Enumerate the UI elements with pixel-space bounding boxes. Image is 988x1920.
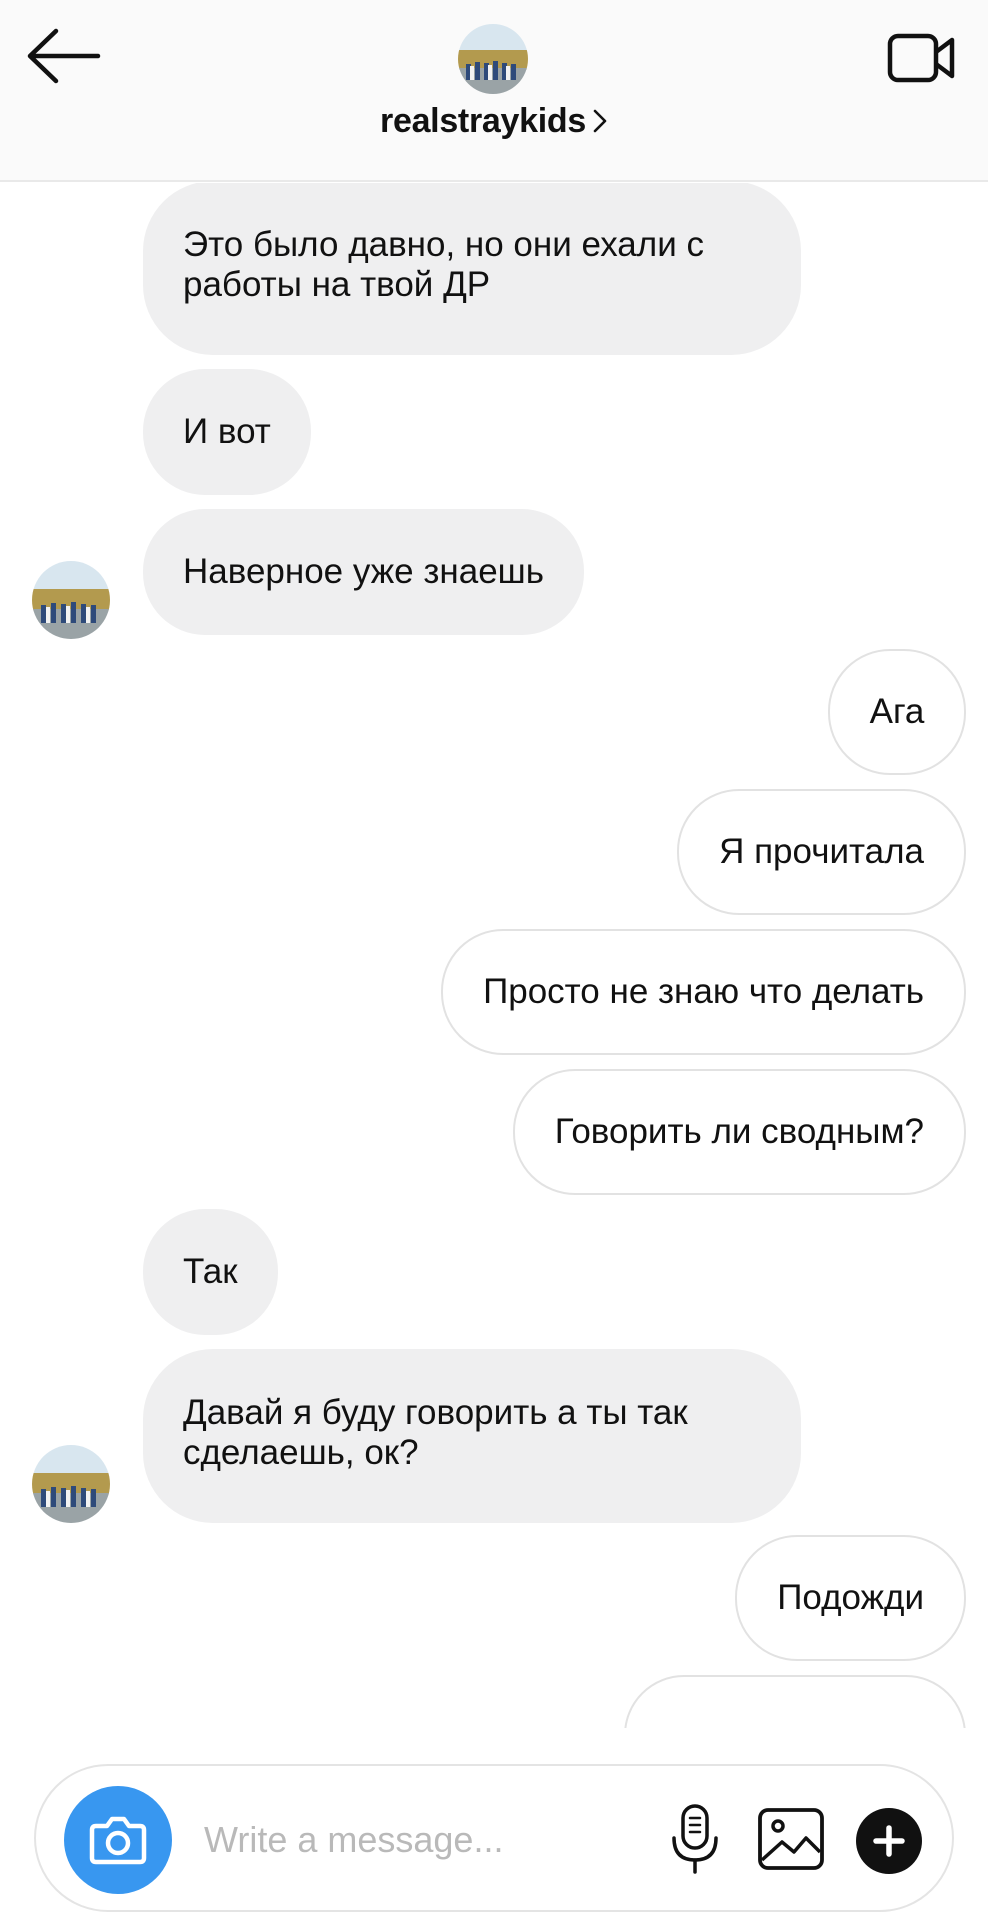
voice-message-button[interactable] (666, 1802, 724, 1878)
message-bubble-incoming[interactable]: Так (143, 1209, 278, 1335)
username-text: realstraykids (380, 102, 586, 140)
message-bubble-incoming[interactable]: Давай я буду говорить а ты так сделаешь,… (143, 1349, 801, 1523)
video-call-button[interactable] (886, 30, 958, 86)
message-text: Просто не знаю что делать (483, 972, 924, 1011)
message-text: Давай я буду говорить а ты так сделаешь,… (183, 1393, 688, 1472)
microphone-icon (672, 1804, 718, 1874)
message-text: Я прочитала (719, 832, 924, 871)
chat-header: realstraykids (0, 0, 988, 182)
message-bubble-incoming[interactable]: Наверное уже знаешь (143, 509, 584, 635)
chat-screen: realstraykids Это было давно, но они еха… (0, 0, 988, 1920)
message-text: Подожди (777, 1578, 924, 1617)
gallery-button[interactable] (756, 1806, 826, 1872)
image-gallery-icon (758, 1808, 824, 1870)
camera-button[interactable] (64, 1786, 172, 1894)
message-text: – (664, 1719, 683, 1728)
video-camera-icon (887, 33, 955, 83)
back-button[interactable] (26, 26, 102, 86)
message-bubble-outgoing[interactable]: Говорить ли сводным? (512, 1069, 966, 1195)
message-input[interactable] (204, 1808, 684, 1872)
sender-avatar[interactable] (32, 561, 110, 639)
message-bubble-outgoing[interactable]: – (624, 1675, 966, 1728)
sender-avatar[interactable] (32, 1445, 110, 1523)
plus-circle-icon (873, 1825, 905, 1857)
chevron-right-icon (592, 104, 608, 143)
message-composer (34, 1764, 954, 1912)
message-list[interactable]: Это было давно, но они ехали с работы на… (0, 183, 988, 1728)
message-text: Так (183, 1252, 238, 1291)
message-bubble-outgoing[interactable]: Просто не знаю что делать (441, 929, 966, 1055)
message-text: Говорить ли сводным? (554, 1112, 924, 1151)
message-bubble-incoming[interactable]: Это было давно, но они ехали с работы на… (143, 183, 801, 355)
message-text: Наверное уже знаешь (183, 552, 544, 591)
add-content-button[interactable] (856, 1808, 922, 1874)
message-text: Ага (869, 692, 925, 731)
message-bubble-incoming[interactable]: И вот (143, 369, 311, 495)
message-bubble-outgoing[interactable]: Подожди (735, 1535, 966, 1661)
message-bubble-outgoing[interactable]: Ага (828, 649, 966, 775)
profile-avatar[interactable] (458, 24, 528, 94)
arrow-left-icon (27, 28, 101, 84)
message-text: И вот (183, 412, 271, 451)
username-link[interactable]: realstraykids (0, 102, 988, 143)
message-text: Это было давно, но они ехали с работы на… (183, 225, 704, 304)
camera-icon (89, 1816, 147, 1865)
message-bubble-outgoing[interactable]: Я прочитала (677, 789, 966, 915)
